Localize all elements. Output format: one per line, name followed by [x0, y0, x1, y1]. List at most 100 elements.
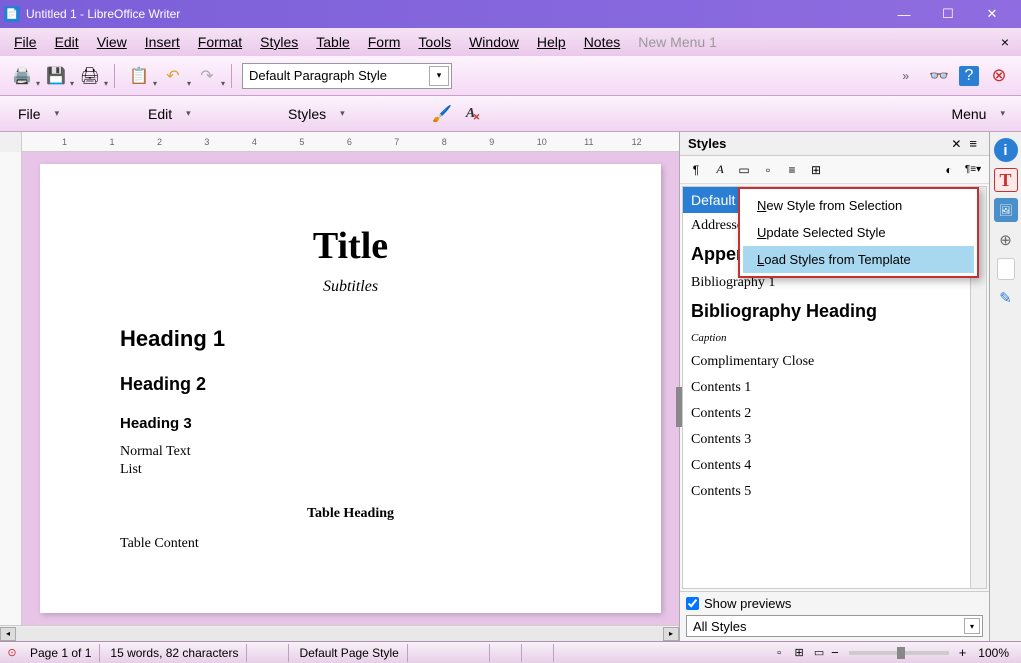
tb2-styles[interactable]: Styles — [282, 103, 332, 125]
ctx-load-styles[interactable]: Load Styles from Template — [743, 246, 974, 273]
doc-heading-3[interactable]: Heading 3 — [120, 415, 581, 432]
minimize-button[interactable]: — — [891, 4, 917, 24]
chevron-down-icon[interactable]: ▾ — [964, 618, 980, 634]
style-list[interactable]: Default Paragraph Style Addressee Append… — [682, 186, 987, 589]
style-item-contents-4[interactable]: Contents 4 — [683, 453, 986, 479]
style-filter-combo[interactable]: All Styles ▾ — [686, 615, 983, 637]
menu-form[interactable]: Form — [360, 30, 409, 54]
navigator-deck-icon[interactable]: ⊕ — [994, 228, 1018, 252]
menu-view[interactable]: View — [89, 30, 135, 54]
show-previews-input[interactable] — [686, 597, 699, 610]
menu-window[interactable]: Window — [461, 30, 527, 54]
help-icon[interactable]: ? — [959, 66, 979, 86]
menu-table[interactable]: Table — [308, 30, 357, 54]
properties-deck-icon[interactable]: i — [994, 138, 1018, 162]
toolbar-expand[interactable]: » — [902, 69, 909, 83]
style-inspector-icon[interactable]: ✎ — [994, 286, 1018, 310]
menu-file[interactable]: File — [6, 30, 45, 54]
chevron-down-icon[interactable]: ▾ — [429, 66, 449, 86]
fill-format-icon[interactable]: ◐ — [939, 160, 959, 180]
zoom-out-icon[interactable]: − — [831, 645, 839, 660]
print-button[interactable]: 🖨️ — [8, 62, 36, 90]
single-page-view-icon[interactable]: ▫ — [771, 645, 787, 661]
chevron-down-icon[interactable]: ▾ — [182, 108, 195, 119]
scroll-track[interactable] — [16, 627, 663, 641]
menu-help[interactable]: Help — [529, 30, 574, 54]
save-status-icon[interactable]: ⊙ — [4, 645, 20, 661]
chevron-down-icon[interactable]: ▾ — [336, 108, 349, 119]
tb2-menu[interactable]: Menu — [945, 103, 992, 125]
status-signature[interactable] — [524, 644, 554, 662]
doc-list[interactable]: List — [120, 462, 581, 478]
save-button[interactable]: 💾 — [42, 62, 70, 90]
status-page-style[interactable]: Default Page Style — [291, 644, 407, 662]
chevron-down-icon[interactable]: ▾ — [996, 108, 1009, 119]
status-selection-mode[interactable] — [492, 644, 522, 662]
status-insert-mode[interactable] — [249, 644, 289, 662]
menu-tools[interactable]: Tools — [410, 30, 459, 54]
close-button[interactable]: ✕ — [979, 4, 1005, 24]
zoom-value[interactable]: 100% — [970, 646, 1017, 660]
show-previews-checkbox[interactable]: Show previews — [686, 596, 983, 611]
style-item-bibliography-heading[interactable]: Bibliography Heading — [683, 296, 986, 327]
menu-notes[interactable]: Notes — [576, 30, 629, 54]
style-actions-icon[interactable]: ¶≡▾ — [963, 160, 983, 180]
multi-page-view-icon[interactable]: ⊞ — [791, 645, 807, 661]
doc-table-content[interactable]: Table Content — [120, 536, 581, 552]
horizontal-scrollbar[interactable]: ◂ ▸ — [0, 625, 679, 641]
page-deck-icon[interactable] — [997, 258, 1015, 280]
style-item-contents-3[interactable]: Contents 3 — [683, 427, 986, 453]
clone-formatting-icon[interactable]: 🖌️ — [432, 104, 452, 124]
panel-menu-button[interactable]: ≡ — [965, 136, 981, 151]
menu-edit[interactable]: Edit — [47, 30, 87, 54]
panel-close-button[interactable]: ✕ — [947, 137, 965, 151]
style-item-contents-2[interactable]: Contents 2 — [683, 401, 986, 427]
doc-title[interactable]: Title — [120, 224, 581, 268]
status-language[interactable] — [410, 644, 490, 662]
menu-insert[interactable]: Insert — [137, 30, 188, 54]
status-page[interactable]: Page 1 of 1 — [22, 644, 100, 662]
clear-formatting-icon[interactable]: A✕ — [466, 106, 475, 122]
gallery-deck-icon[interactable]: 🖼 — [994, 198, 1018, 222]
tb2-file[interactable]: File — [12, 103, 47, 125]
table-styles-icon[interactable]: ⊞ — [806, 160, 826, 180]
frame-styles-icon[interactable]: ▭ — [734, 160, 754, 180]
doc-heading-2[interactable]: Heading 2 — [120, 374, 581, 395]
menu-format[interactable]: Format — [190, 30, 250, 54]
zoom-in-icon[interactable]: + — [959, 645, 967, 660]
status-word-count[interactable]: 15 words, 82 characters — [102, 644, 247, 662]
doc-subtitle[interactable]: Subtitles — [120, 278, 581, 296]
close-toolbar-icon[interactable]: ⊗ — [985, 62, 1013, 90]
paragraph-style-combo[interactable]: Default Paragraph Style ▾ — [242, 63, 452, 89]
page-styles-icon[interactable]: ▫ — [758, 160, 778, 180]
book-view-icon[interactable]: ▭ — [811, 645, 827, 661]
doc-heading-1[interactable]: Heading 1 — [120, 326, 581, 352]
menu-close-doc[interactable]: × — [995, 32, 1015, 52]
style-item-contents-5[interactable]: Contents 5 — [683, 479, 986, 505]
style-item-contents-1[interactable]: Contents 1 — [683, 375, 986, 401]
scroll-left-button[interactable]: ◂ — [0, 627, 16, 641]
redo-button[interactable]: ↷ — [193, 62, 221, 90]
menu-styles[interactable]: Styles — [252, 30, 306, 54]
undo-button[interactable]: ↶ — [159, 62, 187, 90]
style-item-caption[interactable]: Caption — [683, 327, 986, 349]
zoom-slider[interactable] — [849, 651, 949, 655]
maximize-button[interactable]: ☐ — [935, 4, 961, 24]
find-replace-icon[interactable]: 👓 — [925, 62, 953, 90]
styles-deck-icon[interactable]: T — [994, 168, 1018, 192]
scroll-right-button[interactable]: ▸ — [663, 627, 679, 641]
character-styles-icon[interactable]: A — [710, 160, 730, 180]
tb2-edit[interactable]: Edit — [142, 103, 178, 125]
ctx-update-style[interactable]: Update Selected Style — [743, 219, 974, 246]
ctx-new-style[interactable]: New Style from Selection — [743, 192, 974, 219]
horizontal-ruler[interactable]: 1 1 2 3 4 5 6 7 8 9 10 11 12 — [22, 132, 679, 152]
paste-button[interactable]: 📋 — [125, 62, 153, 90]
doc-normal-text[interactable]: Normal Text — [120, 444, 581, 460]
list-styles-icon[interactable]: ≡ — [782, 160, 802, 180]
paragraph-styles-icon[interactable]: ¶ — [686, 160, 706, 180]
chevron-down-icon[interactable]: ▾ — [51, 108, 64, 119]
style-item-complimentary-close[interactable]: Complimentary Close — [683, 349, 986, 375]
export-button[interactable]: 🖨 — [76, 62, 104, 90]
doc-table-heading[interactable]: Table Heading — [120, 506, 581, 522]
vertical-ruler[interactable] — [0, 152, 22, 625]
